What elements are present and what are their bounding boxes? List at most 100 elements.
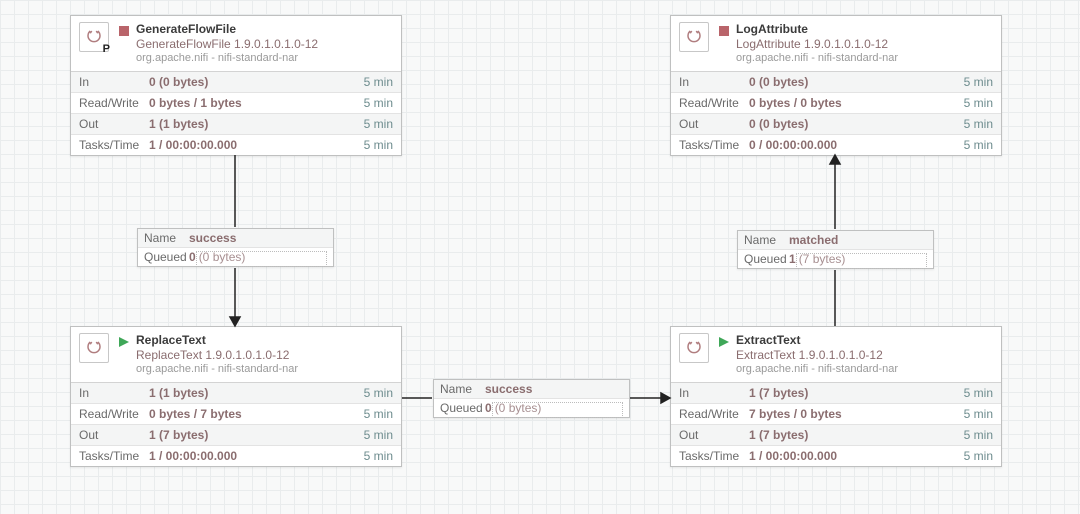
stat-out: 0 (0 bytes) (749, 117, 964, 131)
processor-type: LogAttribute 1.9.0.1.0.1.0-12 (736, 37, 898, 52)
processor-bundle: org.apache.nifi - nifi-standard-nar (736, 52, 898, 66)
stat-window: 5 min (364, 428, 393, 442)
conn-name: matched (789, 233, 838, 247)
processor-stats: In0 (0 bytes)5 min Read/Write0 bytes / 1… (71, 71, 401, 155)
stat-out: 1 (7 bytes) (749, 428, 964, 442)
processor-name: ExtractText (736, 333, 898, 348)
connection-success-1[interactable]: Namesuccess Queued0(0 bytes) (137, 228, 334, 267)
conn-queued-count: 1 (789, 252, 796, 266)
conn-queued-bytes: (0 bytes) (199, 250, 246, 264)
stat-window: 5 min (364, 96, 393, 110)
processor-stats: In1 (1 bytes)5 min Read/Write0 bytes / 7… (71, 382, 401, 466)
stat-window: 5 min (964, 449, 993, 463)
stat-label-out: Out (79, 428, 149, 442)
stat-window: 5 min (364, 75, 393, 89)
processor-header: ReplaceText ReplaceText 1.9.0.1.0.1.0-12… (71, 327, 401, 382)
processor-generateflowfile[interactable]: P GenerateFlowFile GenerateFlowFile 1.9.… (70, 15, 402, 156)
conn-label-name: Name (440, 382, 485, 396)
processor-bundle: org.apache.nifi - nifi-standard-nar (736, 363, 898, 377)
stat-label-out: Out (679, 428, 749, 442)
processor-bundle: org.apache.nifi - nifi-standard-nar (136, 363, 298, 377)
run-status-stopped-icon (719, 26, 729, 36)
processor-icon (79, 333, 109, 363)
processor-extracttext[interactable]: ExtractText ExtractText 1.9.0.1.0.1.0-12… (670, 326, 1002, 467)
processor-icon: P (79, 22, 109, 52)
stat-window: 5 min (964, 75, 993, 89)
processor-type: ReplaceText 1.9.0.1.0.1.0-12 (136, 348, 298, 363)
processor-icon (679, 333, 709, 363)
stat-window: 5 min (364, 449, 393, 463)
stat-window: 5 min (964, 407, 993, 421)
processor-icon (679, 22, 709, 52)
stat-label-tt: Tasks/Time (679, 138, 749, 152)
stat-label-in: In (79, 386, 149, 400)
stat-window: 5 min (964, 428, 993, 442)
processor-stats: In0 (0 bytes)5 min Read/Write0 bytes / 0… (671, 71, 1001, 155)
stat-rw: 0 bytes / 7 bytes (149, 407, 364, 421)
stat-tt: 1 / 00:00:00.000 (149, 138, 364, 152)
connection-matched[interactable]: Namematched Queued1(7 bytes) (737, 230, 934, 269)
stat-label-rw: Read/Write (79, 96, 149, 110)
stat-rw: 0 bytes / 1 bytes (149, 96, 364, 110)
stat-label-rw: Read/Write (679, 96, 749, 110)
stat-window: 5 min (964, 117, 993, 131)
stat-out: 1 (1 bytes) (149, 117, 364, 131)
stat-rw: 7 bytes / 0 bytes (749, 407, 964, 421)
processor-name: ReplaceText (136, 333, 298, 348)
conn-queued-bytes: (7 bytes) (799, 252, 846, 266)
stat-label-in: In (679, 386, 749, 400)
processor-stats: In1 (7 bytes)5 min Read/Write7 bytes / 0… (671, 382, 1001, 466)
stat-window: 5 min (364, 138, 393, 152)
stat-window: 5 min (964, 386, 993, 400)
processor-type: GenerateFlowFile 1.9.0.1.0.1.0-12 (136, 37, 318, 52)
stat-window: 5 min (364, 117, 393, 131)
stat-tt: 0 / 00:00:00.000 (749, 138, 964, 152)
conn-queued-count: 0 (485, 401, 492, 415)
processor-logattribute[interactable]: LogAttribute LogAttribute 1.9.0.1.0.1.0-… (670, 15, 1002, 156)
processor-header: P GenerateFlowFile GenerateFlowFile 1.9.… (71, 16, 401, 71)
conn-label-queued: Queued (144, 250, 189, 264)
stat-rw: 0 bytes / 0 bytes (749, 96, 964, 110)
conn-label-queued: Queued (744, 252, 789, 266)
processor-name: LogAttribute (736, 22, 898, 37)
connection-success-2[interactable]: Namesuccess Queued0(0 bytes) (433, 379, 630, 418)
stat-in: 1 (7 bytes) (749, 386, 964, 400)
primary-node-badge: P (103, 43, 110, 55)
stat-label-rw: Read/Write (79, 407, 149, 421)
conn-name: success (485, 382, 532, 396)
stat-label-in: In (679, 75, 749, 89)
flow-canvas[interactable]: P GenerateFlowFile GenerateFlowFile 1.9.… (0, 0, 1080, 514)
processor-name: GenerateFlowFile (136, 22, 318, 37)
processor-bundle: org.apache.nifi - nifi-standard-nar (136, 52, 318, 66)
stat-in: 0 (0 bytes) (149, 75, 364, 89)
processor-replacetext[interactable]: ReplaceText ReplaceText 1.9.0.1.0.1.0-12… (70, 326, 402, 467)
stat-window: 5 min (964, 96, 993, 110)
processor-header: LogAttribute LogAttribute 1.9.0.1.0.1.0-… (671, 16, 1001, 71)
stat-out: 1 (7 bytes) (149, 428, 364, 442)
stat-tt: 1 / 00:00:00.000 (749, 449, 964, 463)
conn-label-queued: Queued (440, 401, 485, 415)
stat-label-in: In (79, 75, 149, 89)
run-status-stopped-icon (119, 26, 129, 36)
stat-label-out: Out (679, 117, 749, 131)
run-status-running-icon (719, 337, 729, 347)
conn-label-name: Name (744, 233, 789, 247)
conn-queued-count: 0 (189, 250, 196, 264)
stat-label-out: Out (79, 117, 149, 131)
stat-label-rw: Read/Write (679, 407, 749, 421)
conn-label-name: Name (144, 231, 189, 245)
stat-label-tt: Tasks/Time (79, 449, 149, 463)
conn-queued-bytes: (0 bytes) (495, 401, 542, 415)
stat-label-tt: Tasks/Time (79, 138, 149, 152)
stat-window: 5 min (964, 138, 993, 152)
stat-in: 0 (0 bytes) (749, 75, 964, 89)
conn-name: success (189, 231, 236, 245)
processor-type: ExtractText 1.9.0.1.0.1.0-12 (736, 348, 898, 363)
stat-window: 5 min (364, 407, 393, 421)
stat-in: 1 (1 bytes) (149, 386, 364, 400)
stat-tt: 1 / 00:00:00.000 (149, 449, 364, 463)
stat-label-tt: Tasks/Time (679, 449, 749, 463)
processor-header: ExtractText ExtractText 1.9.0.1.0.1.0-12… (671, 327, 1001, 382)
stat-window: 5 min (364, 386, 393, 400)
run-status-running-icon (119, 337, 129, 347)
